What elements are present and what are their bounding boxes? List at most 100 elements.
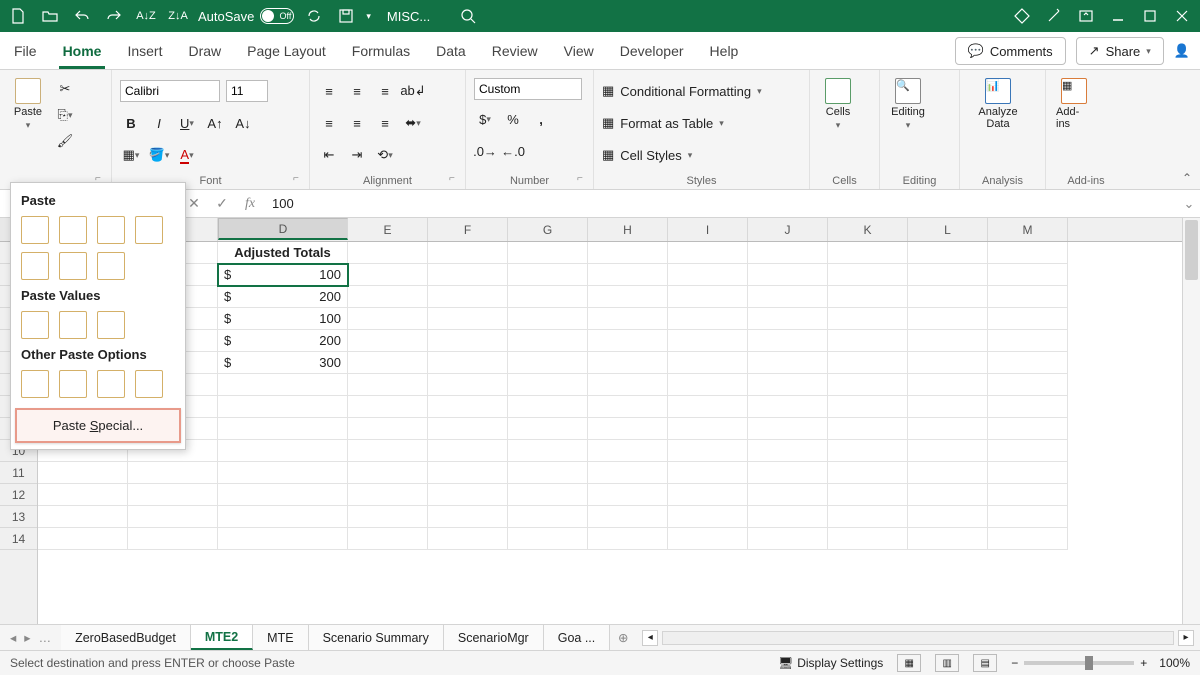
cell[interactable]: [828, 264, 908, 286]
sort-desc-icon[interactable]: Z↓A: [166, 4, 190, 28]
paste-formulas-icon[interactable]: [59, 216, 87, 244]
column-header[interactable]: F: [428, 218, 508, 241]
paste-formatting-icon[interactable]: [21, 370, 49, 398]
underline-button[interactable]: U▾: [176, 112, 198, 134]
cell[interactable]: [748, 330, 828, 352]
insert-function-icon[interactable]: fx: [236, 196, 264, 212]
row-header[interactable]: 12: [0, 484, 37, 506]
zoom-slider[interactable]: [1024, 661, 1134, 665]
cell[interactable]: [668, 484, 748, 506]
format-as-table-button[interactable]: ▦Format as Table▾: [602, 110, 801, 136]
tab-file[interactable]: File: [10, 35, 41, 69]
orientation-icon[interactable]: ⟲▾: [374, 144, 396, 166]
cell[interactable]: [218, 484, 348, 506]
paste-values-sourcefmt-icon[interactable]: [97, 311, 125, 339]
tab-data[interactable]: Data: [432, 35, 470, 69]
collapse-ribbon-icon[interactable]: ⌃: [1182, 171, 1192, 185]
sync-icon[interactable]: [302, 4, 326, 28]
increase-decimal-icon[interactable]: .0→: [474, 140, 496, 162]
shrink-font-icon[interactable]: A↓: [232, 112, 254, 134]
column-header[interactable]: G: [508, 218, 588, 241]
cell[interactable]: [748, 396, 828, 418]
cell[interactable]: [508, 308, 588, 330]
diamond-icon[interactable]: [1010, 4, 1034, 28]
wrap-text-icon[interactable]: ab↲: [402, 80, 424, 102]
normal-view-icon[interactable]: ▦: [897, 654, 921, 672]
cell[interactable]: [908, 308, 988, 330]
column-header[interactable]: H: [588, 218, 668, 241]
tab-page-layout[interactable]: Page Layout: [243, 35, 330, 69]
cell[interactable]: [588, 462, 668, 484]
sort-asc-icon[interactable]: A↓Z: [134, 4, 158, 28]
cell[interactable]: [508, 484, 588, 506]
zoom-out-button[interactable]: −: [1011, 656, 1018, 670]
cell[interactable]: [348, 374, 428, 396]
column-header[interactable]: K: [828, 218, 908, 241]
vertical-scrollbar[interactable]: [1182, 218, 1200, 624]
cell[interactable]: [988, 462, 1068, 484]
cell[interactable]: [428, 528, 508, 550]
row-header[interactable]: 11: [0, 462, 37, 484]
cell[interactable]: [218, 462, 348, 484]
cell[interactable]: [348, 308, 428, 330]
cell[interactable]: [348, 286, 428, 308]
cell[interactable]: [908, 242, 988, 264]
number-format-select[interactable]: [474, 78, 582, 100]
cell[interactable]: [588, 528, 668, 550]
paste-all-icon[interactable]: [21, 216, 49, 244]
cell[interactable]: [588, 352, 668, 374]
bold-button[interactable]: B: [120, 112, 142, 134]
cell[interactable]: [908, 286, 988, 308]
format-painter-icon[interactable]: 🖌: [54, 130, 76, 152]
open-file-icon[interactable]: [38, 4, 62, 28]
page-layout-view-icon[interactable]: ▥: [935, 654, 959, 672]
font-name-select[interactable]: [120, 80, 220, 102]
enter-formula-icon[interactable]: ✓: [208, 195, 236, 212]
cell[interactable]: [348, 506, 428, 528]
cell[interactable]: [908, 374, 988, 396]
cell[interactable]: [828, 418, 908, 440]
font-size-select[interactable]: [226, 80, 268, 102]
cell[interactable]: [748, 528, 828, 550]
cell[interactable]: $300: [218, 352, 348, 374]
align-right-icon[interactable]: ≡: [374, 112, 396, 134]
tab-insert[interactable]: Insert: [123, 35, 166, 69]
cell[interactable]: [428, 484, 508, 506]
cell[interactable]: [588, 242, 668, 264]
cell[interactable]: [508, 462, 588, 484]
cell[interactable]: [988, 352, 1068, 374]
cell[interactable]: [348, 352, 428, 374]
sheet-prev-icon[interactable]: ◂: [10, 630, 16, 645]
cell[interactable]: [428, 374, 508, 396]
sheet-tab[interactable]: Goa ...: [544, 625, 611, 650]
borders-button[interactable]: ▦▾: [120, 144, 142, 166]
cell[interactable]: [428, 506, 508, 528]
cell[interactable]: [508, 286, 588, 308]
cell[interactable]: [128, 462, 218, 484]
percent-icon[interactable]: %: [502, 108, 524, 130]
cell[interactable]: [748, 484, 828, 506]
cell[interactable]: [668, 462, 748, 484]
cell[interactable]: [908, 396, 988, 418]
font-color-button[interactable]: A▾: [176, 144, 198, 166]
cell[interactable]: [668, 242, 748, 264]
cell[interactable]: [668, 418, 748, 440]
new-sheet-button[interactable]: ⊕: [610, 625, 636, 650]
cell[interactable]: [828, 506, 908, 528]
cell[interactable]: [988, 286, 1068, 308]
autosave-toggle[interactable]: AutoSave Off: [198, 8, 294, 24]
alignment-launcher[interactable]: ⌐: [449, 173, 461, 185]
cell[interactable]: [588, 484, 668, 506]
cell[interactable]: [38, 506, 128, 528]
cell[interactable]: [748, 440, 828, 462]
cell[interactable]: [668, 440, 748, 462]
cell[interactable]: [588, 264, 668, 286]
tab-help[interactable]: Help: [706, 35, 743, 69]
cell[interactable]: [828, 396, 908, 418]
sheet-tab[interactable]: MTE2: [191, 625, 253, 650]
cell[interactable]: [508, 352, 588, 374]
cell[interactable]: [668, 308, 748, 330]
cell[interactable]: [428, 330, 508, 352]
cell[interactable]: [218, 418, 348, 440]
search-icon[interactable]: [456, 4, 480, 28]
